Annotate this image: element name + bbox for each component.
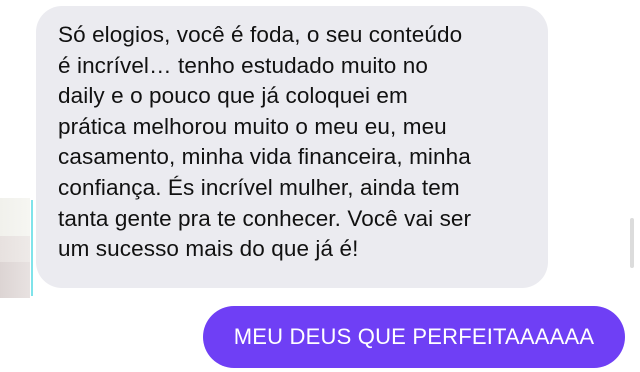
sent-message-bubble[interactable]: MEU DEUS QUE PERFEITAAAAAA xyxy=(203,306,625,368)
thumbnail-segment xyxy=(0,236,30,262)
chat-thread: Só elogios, você é foda, o seu conteúdo … xyxy=(0,0,640,372)
received-message-bubble[interactable]: Só elogios, você é foda, o seu conteúdo … xyxy=(36,6,548,288)
scrollbar[interactable] xyxy=(630,218,634,268)
partial-media-thumbnail[interactable] xyxy=(0,198,30,298)
thumbnail-segment xyxy=(0,262,30,298)
sent-message-text: MEU DEUS QUE PERFEITAAAAAA xyxy=(233,324,595,349)
thumbnail-segment xyxy=(0,198,30,236)
received-message-text: Só elogios, você é foda, o seu conteúdo … xyxy=(58,22,472,262)
thumbnail-border xyxy=(31,200,33,296)
